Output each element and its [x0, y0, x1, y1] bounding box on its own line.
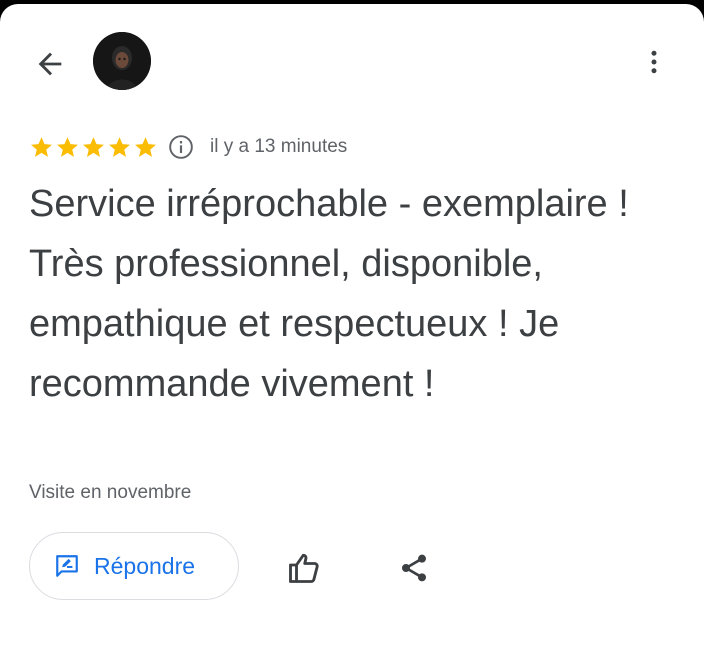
- info-button[interactable]: [168, 134, 194, 160]
- review-meta: il y a 13 minutes: [29, 132, 347, 162]
- back-button[interactable]: [26, 42, 74, 86]
- avatar[interactable]: [93, 32, 151, 90]
- review-time: il y a 13 minutes: [210, 136, 348, 157]
- star-icon: [31, 136, 52, 157]
- like-button[interactable]: [282, 546, 326, 590]
- thumb-up-icon: [289, 553, 319, 583]
- star-rating: [29, 135, 158, 160]
- review-card: il y a 13 minutes Service irréprochable …: [0, 4, 704, 660]
- info-icon: [169, 135, 193, 159]
- star-icon: [109, 136, 130, 157]
- reply-button[interactable]: Répondre: [29, 532, 239, 600]
- share-button[interactable]: [392, 546, 436, 590]
- arrow-left-icon: [38, 52, 62, 76]
- visit-date: Visite en novembre: [29, 482, 192, 503]
- star-icon: [57, 136, 78, 157]
- reply-review-icon: [56, 555, 78, 577]
- share-icon: [402, 554, 426, 582]
- star-icon: [83, 136, 104, 157]
- more-vert-icon: [651, 50, 657, 74]
- review-text: Service irréprochable - exemplaire ! Trè…: [29, 183, 629, 405]
- reply-label: Répondre: [94, 552, 196, 579]
- user-avatar-icon: [93, 32, 151, 90]
- more-options-button[interactable]: [636, 40, 672, 84]
- star-icon: [135, 136, 156, 157]
